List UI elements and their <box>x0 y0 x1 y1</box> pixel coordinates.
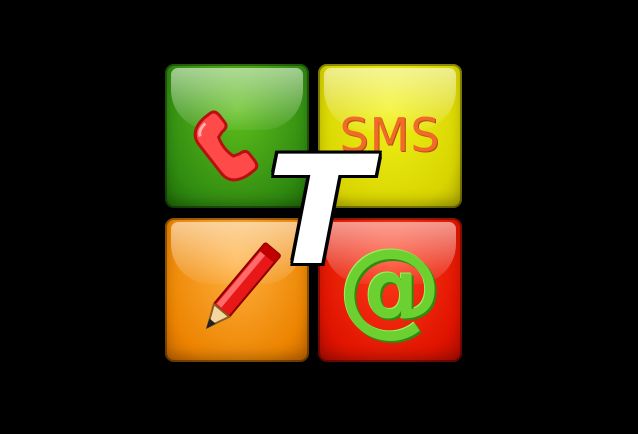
app-logo: SMS @ T <box>0 0 638 434</box>
center-letter: T <box>266 125 370 299</box>
